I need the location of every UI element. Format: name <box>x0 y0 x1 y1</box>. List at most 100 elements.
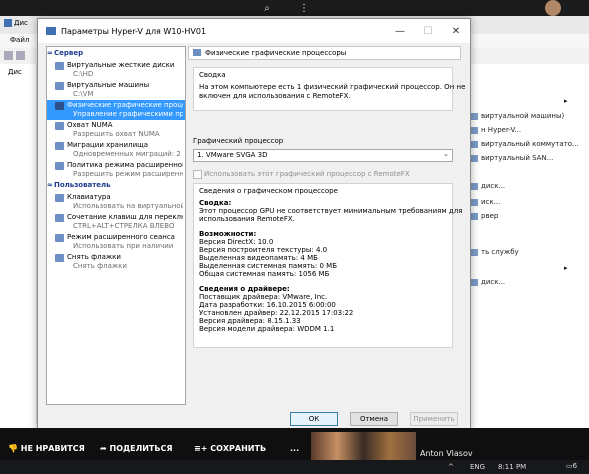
details-summary-text: Этот процессор GPU не соответствует мини… <box>199 207 463 215</box>
action-item[interactable]: диск... <box>470 182 505 190</box>
settings-icon <box>470 126 478 134</box>
migration-icon <box>55 142 64 150</box>
notification-icon[interactable]: ▭6 <box>566 462 577 470</box>
disk-icon <box>470 278 478 286</box>
action-item[interactable]: иск... <box>470 198 500 206</box>
summary-text: включен для использования с RemoteFX. <box>199 92 351 100</box>
search-icon[interactable]: ⌕ <box>253 0 281 16</box>
dialog-app-icon <box>46 27 56 35</box>
gpu-select-label: Графический процессор <box>193 137 284 145</box>
nav-item-keyboard[interactable]: Клавиатура Использовать на виртуальной м… <box>47 192 185 212</box>
nav-item-release-key[interactable]: Сочетание клавиш для переключения CTRL+A… <box>47 212 185 232</box>
avatar[interactable] <box>545 0 561 16</box>
back-icon[interactable] <box>4 51 13 60</box>
ok-button[interactable]: ОК <box>290 412 338 426</box>
remotefx-checkbox[interactable] <box>193 170 202 179</box>
channel-name[interactable]: Anton Vlasov <box>420 449 473 458</box>
summary-title: Сводка <box>199 71 226 79</box>
playlist-add-icon: ≡+ <box>194 444 208 453</box>
nav-item-physical-gpus[interactable]: Физические графические процессоры Управл… <box>47 100 185 120</box>
nav-item-reset-checkboxes[interactable]: Снять флажки Снять флажки <box>47 252 185 272</box>
summary-group: Сводка На этом компьютере есть 1 физичес… <box>193 67 465 111</box>
driver-line: Версия драйвера: 8.15.1.33 <box>199 317 301 325</box>
nav-item-enhanced-session[interactable]: Режим расширенного сеанса Использовать п… <box>47 232 185 252</box>
gpu-icon <box>55 102 64 110</box>
driver-line: Версия модели драйвера: WDDM 1.1 <box>199 325 335 333</box>
action-item[interactable]: н Hyper-V... <box>470 126 521 134</box>
action-item[interactable]: ть службу <box>470 248 519 256</box>
details-summary-heading: Сводка: <box>199 199 232 207</box>
checkbox-icon <box>55 254 64 262</box>
capability-line: Версия построителя текстуры: 4.0 <box>199 246 328 254</box>
server-icon <box>470 212 478 220</box>
cancel-button[interactable]: Отмена <box>350 412 398 426</box>
capability-line: Версия DirectX: 10.0 <box>199 238 274 246</box>
forward-icon[interactable] <box>16 51 25 60</box>
session-policy-icon <box>55 162 64 170</box>
maximize-button[interactable]: ☐ <box>414 19 442 43</box>
details-title: Сведения о графическом процессоре <box>199 187 338 195</box>
action-item[interactable]: диск... <box>470 278 505 286</box>
background-tree: Дис <box>0 64 37 424</box>
nav-item-virtual-hard-disks[interactable]: Виртуальные жесткие диски C:\HD <box>47 60 185 80</box>
chevron-down-icon: ⌄ <box>443 150 449 158</box>
inspect-disk-icon <box>470 198 478 206</box>
save-button[interactable]: ≡+ СОХРАНИТЬ <box>194 444 266 453</box>
tray-chevron-icon[interactable]: ^ <box>448 463 454 471</box>
keyboard-icon <box>55 194 64 202</box>
capabilities-heading: Возможности: <box>199 230 257 238</box>
switch-icon <box>470 140 478 148</box>
nav-item-enhanced-session-policy[interactable]: Политика режима расширенного сеанса Разр… <box>47 160 185 180</box>
folder-icon <box>55 82 64 90</box>
driver-line: Поставщик драйвера: VMware, Inc. <box>199 293 328 301</box>
gpu-select[interactable]: 1. VMware SVGA 3D ⌄ <box>193 149 453 162</box>
gpu-icon <box>193 49 201 56</box>
background-title: Дис <box>14 19 28 27</box>
close-button[interactable]: ✕ <box>442 19 470 43</box>
section-server[interactable]: ≈Сервер <box>47 49 185 59</box>
driver-line: Дата разработки: 16.10.2015 6:00:00 <box>199 301 336 309</box>
content-header-title: Физические графические процессоры <box>205 49 347 57</box>
action-item[interactable]: виртуальной машины) <box>470 112 564 120</box>
capability-line: Общая системная память: 1056 МБ <box>199 270 330 278</box>
menu-file[interactable]: Файл <box>10 36 29 44</box>
app-icon <box>4 19 12 27</box>
more-icon[interactable]: ⋮ <box>290 0 318 16</box>
remotefx-checkbox-label: Использовать этот графический процессор … <box>204 170 410 178</box>
tree-root[interactable]: Дис <box>8 68 22 76</box>
notification-count: 6 <box>572 462 578 470</box>
nav-item-virtual-machines[interactable]: Виртуальные машины C:\VM <box>47 80 185 100</box>
language-indicator[interactable]: ENG <box>470 463 485 471</box>
driver-heading: Сведения о драйвере: <box>199 285 290 293</box>
webcam-thumbnails <box>311 432 416 462</box>
more-actions-button[interactable]: ... <box>290 444 299 453</box>
dislike-button[interactable]: 👎 НЕ НРАВИТСЯ <box>8 444 85 453</box>
mouse-icon <box>55 214 64 222</box>
settings-content: Физические графические процессоры Сводка… <box>188 46 465 403</box>
share-button[interactable]: ➦ ПОДЕЛИТЬСЯ <box>100 444 173 453</box>
section-user[interactable]: ≈Пользователь <box>47 181 185 191</box>
summary-text: На этом компьютере есть 1 физический гра… <box>199 83 466 91</box>
share-icon: ➦ <box>100 444 107 453</box>
hard-disk-icon <box>55 62 64 70</box>
nav-item-numa-spanning[interactable]: Охват NUMA Разрешить охват NUMA <box>47 120 185 140</box>
san-icon <box>470 154 478 162</box>
vm-icon <box>470 112 478 120</box>
driver-line: Установлен драйвер: 22.12.2015 17:03:22 <box>199 309 354 317</box>
apply-button[interactable]: Применить <box>410 412 458 426</box>
nav-item-storage-migrations[interactable]: Миграции хранилища Одновременных миграци… <box>47 140 185 160</box>
details-summary-text: использования RemoteFX. <box>199 215 295 223</box>
action-item[interactable]: виртуальный SAN... <box>470 154 553 162</box>
minimize-button[interactable]: — <box>386 19 414 43</box>
content-header: Физические графические процессоры <box>188 46 461 60</box>
disk-icon <box>470 182 478 190</box>
settings-nav: ≈Сервер Виртуальные жесткие диски C:\HD … <box>46 46 186 405</box>
gpu-select-value: 1. VMware SVGA 3D <box>197 151 268 159</box>
action-item[interactable]: виртуальный коммутато... <box>470 140 579 148</box>
time-display[interactable]: 8:11 PM <box>498 463 526 471</box>
action-item[interactable]: рвер <box>470 212 498 220</box>
collapse-arrow-icon[interactable]: ▸ <box>564 97 568 105</box>
thumbs-down-icon: 👎 <box>8 444 18 453</box>
capability-line: Выделенная видеопамять: 4 МБ <box>199 254 318 262</box>
expand-arrow-icon[interactable]: ▸ <box>564 264 568 272</box>
